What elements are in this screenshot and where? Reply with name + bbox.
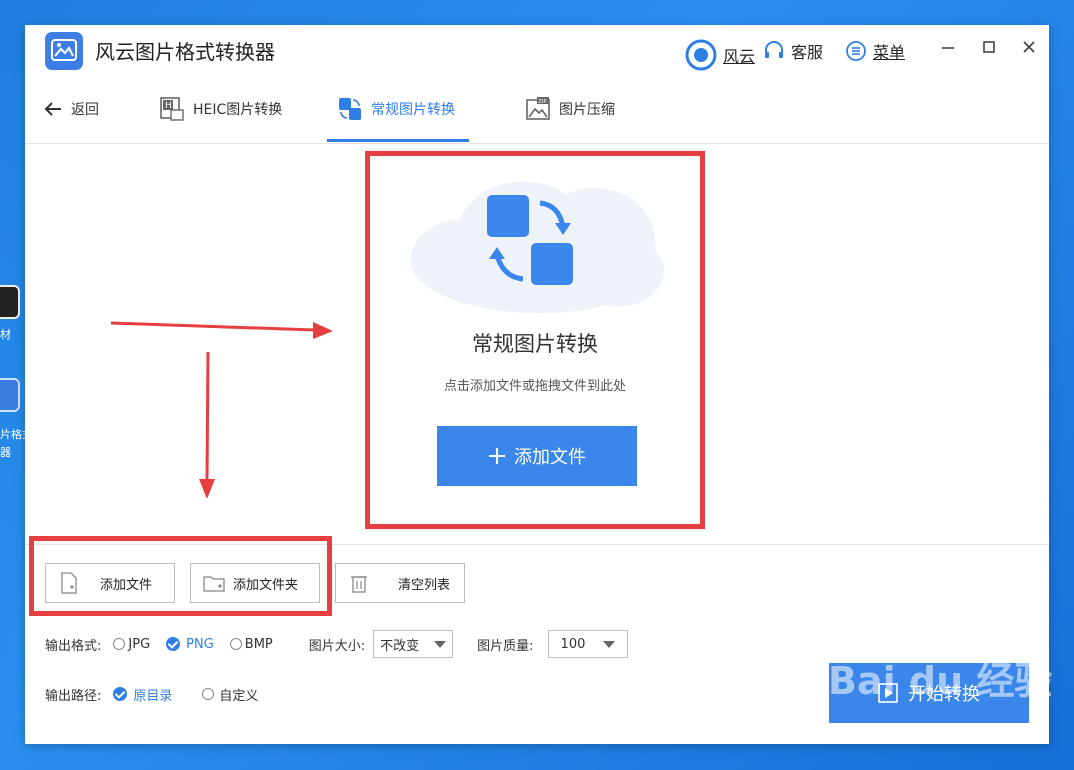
path-custom-label: 自定义 (219, 688, 259, 704)
clear-list-button[interactable]: 清空列表 (335, 563, 465, 603)
baidu-watermark: Bai du 经验 (828, 659, 1053, 703)
output-path-row: 输出路径: 原目录 自定义 (45, 682, 258, 706)
desktop-app-icon[interactable] (0, 285, 20, 319)
clear-list-label: 清空列表 (398, 577, 451, 593)
radio-checked-icon (166, 637, 181, 651)
format-png-label: PNG (186, 636, 214, 652)
path-original-label: 原目录 (133, 688, 173, 704)
output-path-label: 输出路径: (45, 688, 102, 704)
desktop-icon-label: 器 (0, 446, 11, 459)
image-quality-select[interactable]: 100 (547, 630, 628, 658)
image-size-select[interactable]: 不改变 (373, 630, 454, 658)
desktop-converter-icon[interactable] (0, 378, 20, 412)
image-quality-label: 图片质量: (477, 638, 534, 654)
format-bmp-label: BMP (244, 636, 273, 652)
radio-icon (113, 638, 126, 650)
radio-icon (229, 638, 242, 650)
format-jpg-label: JPG (128, 636, 151, 652)
radio-icon (202, 688, 215, 700)
image-quality-value: 100 (560, 636, 586, 652)
format-option-bmp[interactable]: BMP (229, 636, 273, 652)
path-option-custom[interactable]: 自定义 (202, 685, 258, 704)
baidu-watermark-url: jingyan.baidu.com (825, 722, 955, 738)
trash-icon (351, 576, 367, 593)
desktop-icon-label: 材 (0, 328, 11, 341)
image-size-label: 图片大小: (308, 638, 366, 654)
path-option-original[interactable]: 原目录 (113, 685, 172, 704)
output-format-label: 输出格式: (45, 638, 102, 654)
chevron-down-icon (602, 640, 615, 648)
radio-checked-icon (113, 687, 128, 701)
format-option-png[interactable]: PNG (166, 637, 214, 652)
format-option-jpg[interactable]: JPG (113, 637, 150, 652)
output-format-row: 输出格式: JPG PNG BMP 图片大小: 不改变 图片质量: 100 (45, 630, 628, 658)
image-size-value: 不改变 (380, 638, 420, 654)
toolbar-highlight-box (29, 536, 332, 616)
chevron-down-icon (434, 640, 447, 648)
app-window: 风云图片格式转换器 风云 客服 菜单 返回 H HEIC图片转换 常规图片转换 … (25, 25, 1049, 744)
